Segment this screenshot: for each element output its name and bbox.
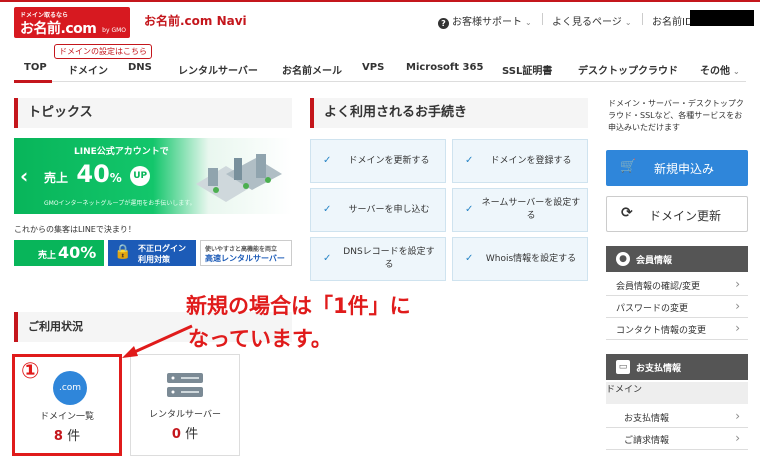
proc-apply-server[interactable]: ✓ サーバーを申し込む xyxy=(310,188,446,232)
line-promo-text[interactable]: これからの集客はLINEで決まり！ xyxy=(14,224,136,235)
check-icon: ✓ xyxy=(465,204,474,215)
check-icon: ✓ xyxy=(323,155,332,166)
check-icon: ✓ xyxy=(465,155,474,166)
tab-mail[interactable]: お名前メール xyxy=(282,62,342,77)
server-count: 0 xyxy=(171,427,181,442)
annotation-text: 新規の場合は「1件」に なっています。 xyxy=(186,294,411,351)
refresh-icon: ⟳ xyxy=(621,205,633,221)
payment-item-info[interactable]: お支払情報 › xyxy=(606,406,748,428)
logo-gmo: by GMO xyxy=(102,27,126,34)
mini-banner-security[interactable]: 🔒 不正ログイン 利用対策 xyxy=(108,240,196,266)
header-divider xyxy=(542,13,543,25)
header-divider xyxy=(642,13,643,25)
mini-banner-rental-server[interactable]: 使いやすさと高機能を両立 高速レンタルサーバー xyxy=(200,240,292,266)
tab-ssl[interactable]: SSL証明書 xyxy=(502,62,552,77)
line-promo-banner[interactable]: ‹ LINE公式アカウントで 売上 40% UP GMOインターネットグループが… xyxy=(14,138,292,214)
tab-dns[interactable]: DNS xyxy=(128,62,152,73)
check-icon: ✓ xyxy=(323,204,332,215)
domain-count: 8 xyxy=(53,429,63,444)
logo-text: お名前.com xyxy=(20,21,97,37)
services-description: ドメイン・サーバー・デスクトップクラウド・SSLなど、各種サービスをお申込みいた… xyxy=(608,99,744,132)
chevron-down-icon: ⌄ xyxy=(624,18,632,27)
main-nav: TOP ドメイン DNS レンタルサーバー お名前メール VPS Microso… xyxy=(14,62,746,82)
marker-number: ① xyxy=(21,359,40,384)
tab-desktop-cloud[interactable]: デスクトップクラウド xyxy=(578,62,678,77)
domain-renew-button[interactable]: ⟳ ドメイン更新 xyxy=(606,196,748,232)
cart-icon: 🛒 xyxy=(620,159,637,174)
chevron-left-icon[interactable]: ‹ xyxy=(20,164,28,188)
user-icon: ● xyxy=(616,252,630,266)
member-item-password[interactable]: パスワードの変更 › xyxy=(606,296,748,318)
member-info-header: ● 会員情報 xyxy=(606,246,748,272)
new-application-button[interactable]: 🛒 新規申込み xyxy=(606,150,748,186)
tab-other[interactable]: その他 ⌄ xyxy=(700,62,740,77)
payment-item-billing[interactable]: ご請求情報 › xyxy=(606,428,748,450)
proc-register-domain[interactable]: ✓ ドメインを登録する xyxy=(452,139,588,183)
nav-divider xyxy=(14,81,746,82)
payment-sub-domain: ドメイン xyxy=(606,382,748,404)
server-icon xyxy=(167,373,203,397)
chevron-down-icon: ⌄ xyxy=(525,18,532,27)
mini-banner-sales[interactable]: 売上 40% xyxy=(14,240,104,266)
rental-server-card[interactable]: レンタルサーバー 0 件 xyxy=(130,354,240,456)
app-title: お名前.com Navi xyxy=(144,14,247,28)
frequent-pages-menu[interactable]: よく見るページ ⌄ xyxy=(552,13,632,28)
check-icon: ✓ xyxy=(465,253,474,264)
top-accent-line xyxy=(0,0,760,2)
domain-settings-tooltip[interactable]: ドメインの設定はこちら xyxy=(54,44,152,59)
proc-nameserver[interactable]: ✓ ネームサーバーを設定する xyxy=(452,188,588,232)
domain-list-card[interactable]: ① .com ドメイン一覧 8 件 xyxy=(12,354,122,456)
tab-microsoft365[interactable]: Microsoft 365 xyxy=(406,62,483,73)
support-menu[interactable]: ? お客様サポート ⌄ xyxy=(438,13,532,29)
topics-header: トピックス xyxy=(14,98,292,128)
check-icon: ✓ xyxy=(323,253,332,264)
proc-dns-record[interactable]: ✓ DNSレコードを設定する xyxy=(310,237,446,281)
chevron-right-icon: › xyxy=(735,299,740,313)
tab-rental-server[interactable]: レンタルサーバー xyxy=(178,62,258,77)
dotcom-icon: .com xyxy=(53,371,87,405)
question-icon: ? xyxy=(438,18,449,29)
member-item-profile[interactable]: 会員情報の確認/変更 › xyxy=(606,274,748,296)
city-illustration-icon xyxy=(196,154,282,202)
redacted-id xyxy=(690,10,754,26)
proc-whois[interactable]: ✓ Whois情報を設定する xyxy=(452,237,588,281)
chevron-right-icon: › xyxy=(735,409,740,423)
chevron-right-icon: › xyxy=(735,277,740,291)
procedures-header: よく利用されるお手続き xyxy=(310,98,588,128)
chevron-right-icon: › xyxy=(735,321,740,335)
proc-renew-domain[interactable]: ✓ ドメインを更新する xyxy=(310,139,446,183)
tab-top[interactable]: TOP xyxy=(24,62,47,73)
onamae-id-label: お名前ID xyxy=(652,17,693,28)
active-tab-indicator xyxy=(14,80,52,83)
card-icon: ▭ xyxy=(616,360,630,374)
tab-vps[interactable]: VPS xyxy=(362,62,384,73)
payment-info-header: ▭ お支払情報 xyxy=(606,354,748,380)
chevron-down-icon: ⌄ xyxy=(733,67,740,76)
onamae-logo[interactable]: ドメイン取るなら お名前.com by GMO xyxy=(14,7,130,38)
lock-icon: 🔒 xyxy=(114,244,132,260)
tab-domain[interactable]: ドメイン xyxy=(68,62,108,77)
chevron-right-icon: › xyxy=(735,431,740,445)
annotation-arrow-icon xyxy=(122,324,193,358)
member-item-contact[interactable]: コンタクト情報の変更 › xyxy=(606,318,748,340)
